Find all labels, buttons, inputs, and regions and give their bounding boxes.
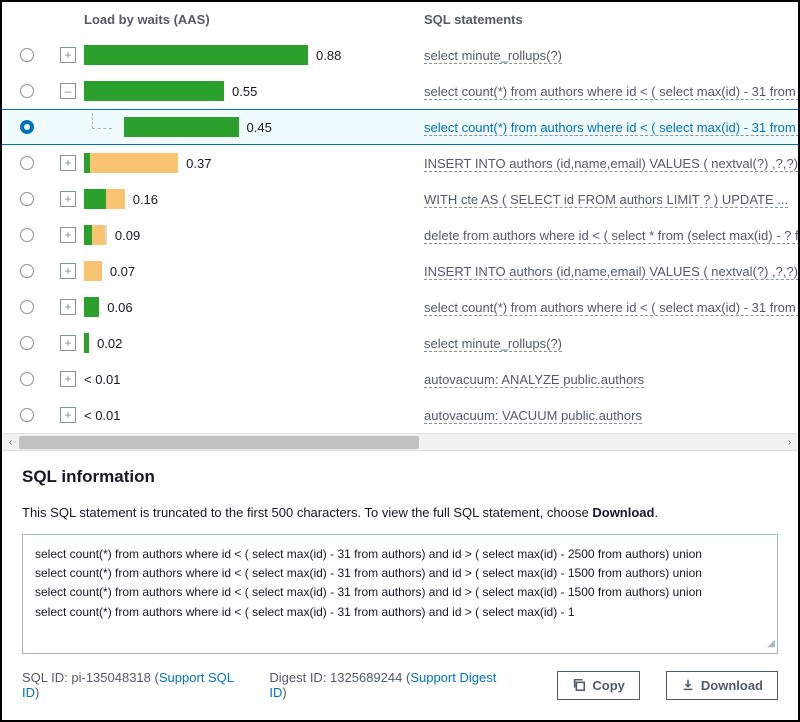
panel-title: SQL information — [22, 467, 778, 487]
load-bar — [84, 45, 308, 65]
load-bar — [124, 117, 239, 137]
expand-button[interactable] — [60, 299, 76, 315]
sql-information-panel: SQL information This SQL statement is tr… — [2, 451, 798, 720]
expand-button[interactable] — [60, 407, 76, 423]
download-icon — [681, 678, 695, 692]
table-header: Load by waits (AAS) SQL statements — [2, 2, 798, 37]
table-row[interactable]: 0.55 select count(*) from authors where i… — [2, 73, 798, 109]
row-radio[interactable] — [20, 84, 34, 98]
sql-table-panel: Load by waits (AAS) SQL statements 0.88 s… — [2, 2, 798, 451]
load-bar — [84, 261, 102, 281]
sql-text-box[interactable]: select count(*) from authors where id < … — [22, 534, 778, 654]
load-value: < 0.01 — [84, 372, 121, 387]
sql-line: select count(*) from authors where id < … — [35, 603, 765, 622]
table-row[interactable]: 0.45 select count(*) from authors where i… — [2, 109, 798, 145]
row-radio[interactable] — [20, 156, 34, 170]
sql-statement-link[interactable]: select minute_rollups(?) — [424, 48, 562, 64]
digest-id-label: Digest ID: 1325689244 (Support Digest ID… — [269, 670, 505, 700]
table-row[interactable]: 0.09 delete from authors where id < ( sel… — [2, 217, 798, 253]
sql-id-label: SQL ID: pi-135048318 (Support SQL ID) — [22, 670, 243, 700]
row-radio[interactable] — [20, 264, 34, 278]
row-radio[interactable] — [20, 120, 34, 134]
sql-statement-link[interactable]: WITH cte AS ( SELECT id FROM authors LIM… — [424, 192, 788, 208]
load-value: 0.06 — [107, 300, 132, 315]
scroll-right-arrow[interactable]: › — [781, 434, 798, 451]
table-row[interactable]: 0.07 INSERT INTO authors (id,name,email) … — [2, 253, 798, 289]
expand-button[interactable] — [60, 155, 76, 171]
load-value: 0.16 — [133, 192, 158, 207]
table-row[interactable]: 0.02 select minute_rollups(?) — [2, 325, 798, 361]
table-row[interactable]: 0.37 INSERT INTO authors (id,name,email) … — [2, 145, 798, 181]
sql-line: select count(*) from authors where id < … — [35, 564, 765, 583]
sql-line: select count(*) from authors where id < … — [35, 545, 765, 564]
load-bar — [84, 297, 99, 317]
download-button[interactable]: Download — [666, 671, 778, 700]
table-row[interactable]: < 0.01 autovacuum: VACUUM public.authors — [2, 397, 798, 433]
scroll-left-arrow[interactable]: ‹ — [2, 434, 19, 451]
expand-button[interactable] — [60, 263, 76, 279]
row-radio[interactable] — [20, 228, 34, 242]
load-value: 0.37 — [186, 156, 211, 171]
load-value: 0.07 — [110, 264, 135, 279]
sql-statement-link[interactable]: INSERT INTO authors (id,name,email) VALU… — [424, 156, 798, 172]
sql-statement-link[interactable]: delete from authors where id < ( select … — [424, 228, 798, 244]
truncation-message: This SQL statement is truncated to the f… — [22, 505, 778, 520]
collapse-button[interactable] — [60, 83, 76, 99]
sql-statement-link[interactable]: select minute_rollups(?) — [424, 336, 562, 352]
row-radio[interactable] — [20, 48, 34, 62]
expand-button[interactable] — [60, 47, 76, 63]
load-value: < 0.01 — [84, 408, 121, 423]
table-row[interactable]: 0.88 select minute_rollups(?) — [2, 37, 798, 73]
load-value: 0.55 — [232, 84, 257, 99]
expand-button[interactable] — [60, 371, 76, 387]
row-radio[interactable] — [20, 408, 34, 422]
sql-line: select count(*) from authors where id < … — [35, 583, 765, 602]
column-header-sql[interactable]: SQL statements — [414, 12, 798, 27]
sql-statement-link[interactable]: autovacuum: VACUUM public.authors — [424, 408, 642, 424]
load-bar — [84, 81, 224, 101]
load-bar — [84, 225, 107, 245]
table-row[interactable]: 0.16 WITH cte AS ( SELECT id FROM authors… — [2, 181, 798, 217]
tree-branch-icon — [92, 113, 112, 129]
column-header-load[interactable]: Load by waits (AAS) — [84, 12, 414, 27]
table-row[interactable]: 0.06 select count(*) from authors where i… — [2, 289, 798, 325]
sql-statement-link[interactable]: select count(*) from authors where id < … — [424, 84, 798, 100]
load-value: 0.45 — [247, 120, 272, 135]
load-bar — [84, 153, 178, 173]
panel-footer: SQL ID: pi-135048318 (Support SQL ID) Di… — [22, 670, 778, 700]
expand-button[interactable] — [60, 227, 76, 243]
copy-button[interactable]: Copy — [557, 671, 640, 700]
load-value: 0.02 — [97, 336, 122, 351]
table-row[interactable]: < 0.01 autovacuum: ANALYZE public.authors — [2, 361, 798, 397]
load-value: 0.88 — [316, 48, 341, 63]
resize-handle-icon[interactable]: ◢ — [767, 636, 775, 652]
load-value: 0.09 — [115, 228, 140, 243]
load-bar — [84, 189, 125, 209]
horizontal-scrollbar[interactable]: ‹ › — [2, 433, 798, 450]
row-radio[interactable] — [20, 336, 34, 350]
sql-statement-link[interactable]: select count(*) from authors where id < … — [424, 300, 798, 316]
sql-statement-link[interactable]: select count(*) from authors where id < … — [424, 120, 798, 136]
load-bar — [84, 333, 89, 353]
expand-button[interactable] — [60, 335, 76, 351]
copy-icon — [572, 678, 586, 692]
row-radio[interactable] — [20, 372, 34, 386]
row-radio[interactable] — [20, 300, 34, 314]
sql-statement-link[interactable]: INSERT INTO authors (id,name,email) VALU… — [424, 264, 798, 280]
scrollbar-thumb[interactable] — [19, 436, 419, 449]
row-radio[interactable] — [20, 192, 34, 206]
expand-button[interactable] — [60, 191, 76, 207]
sql-statement-link[interactable]: autovacuum: ANALYZE public.authors — [424, 372, 644, 388]
